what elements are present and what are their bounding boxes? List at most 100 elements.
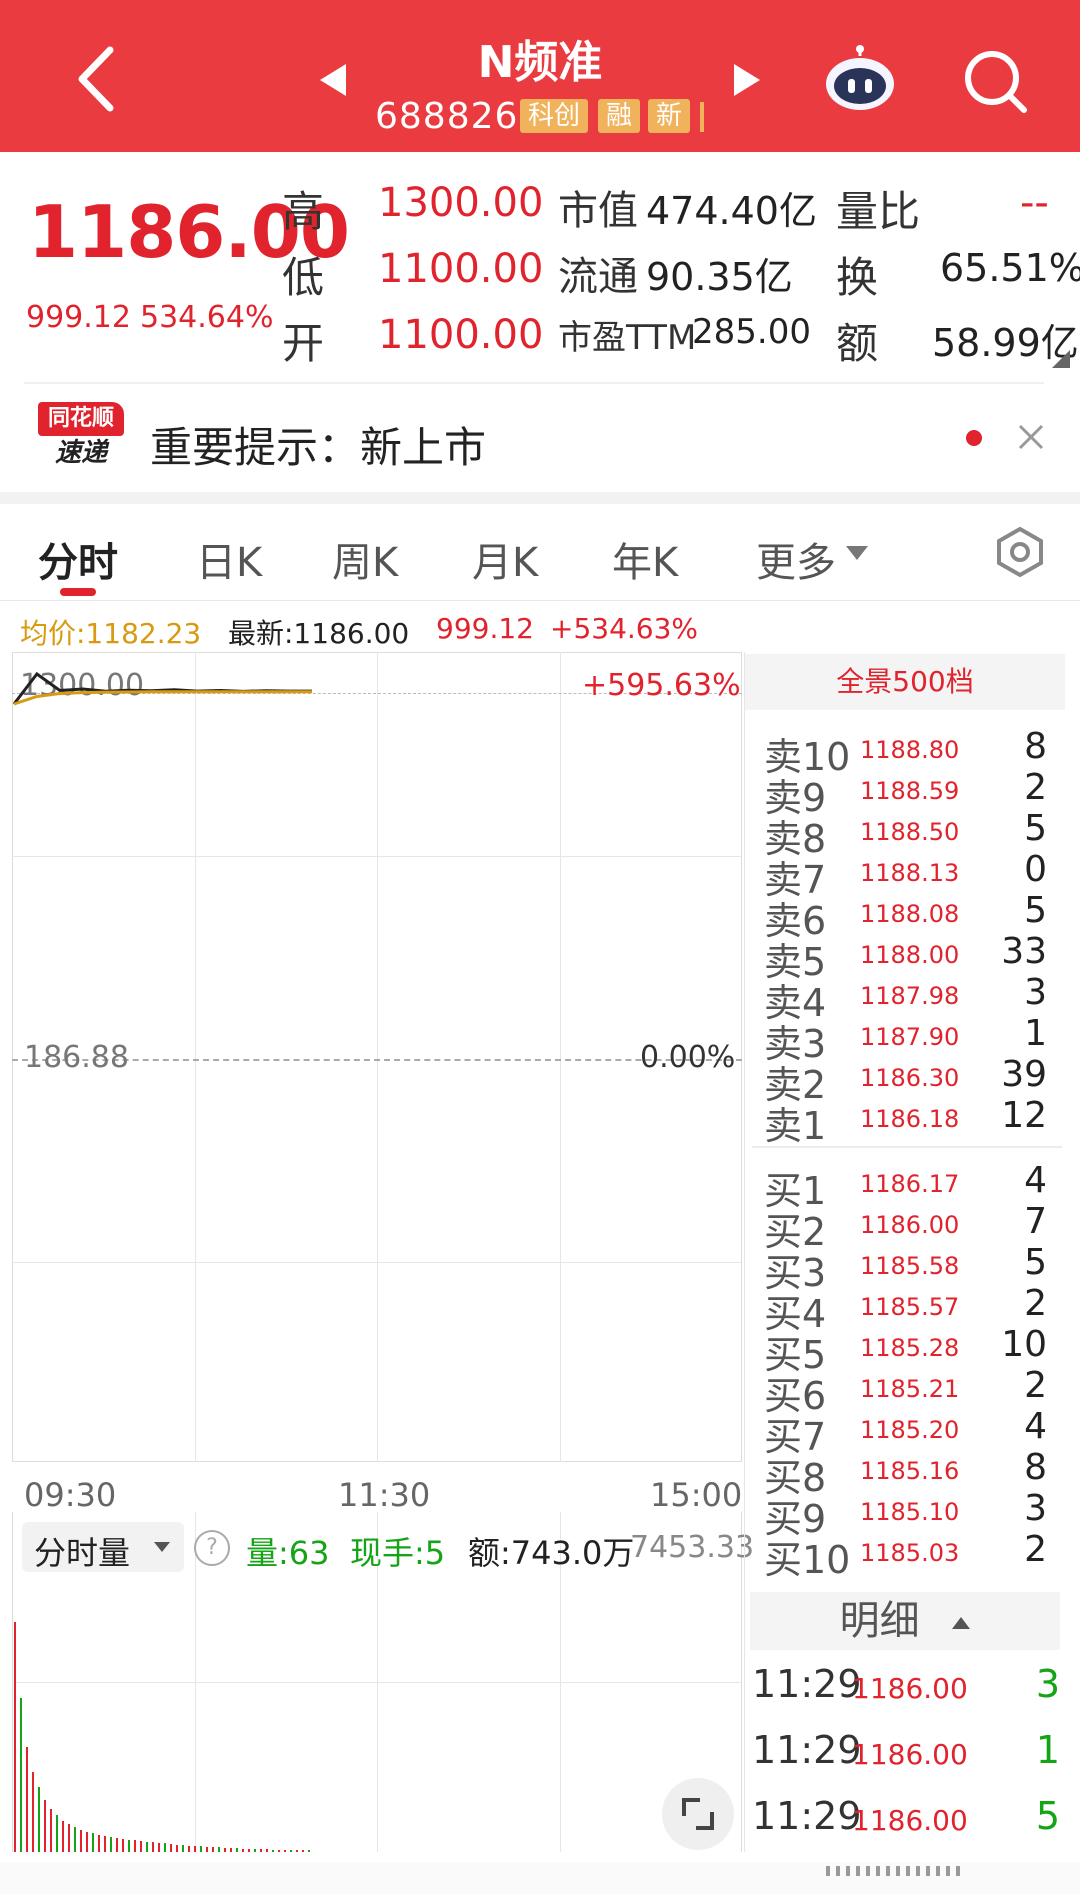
volume-bar — [32, 1771, 34, 1852]
bid-volume: 4 — [1024, 1160, 1047, 1201]
bid-price: 1185.20 — [860, 1416, 960, 1444]
bid-volume: 2 — [1024, 1283, 1047, 1324]
ask-price: 1188.50 — [860, 818, 960, 846]
volume-bar — [260, 1849, 262, 1852]
float-label: 流通 — [558, 254, 638, 300]
ask-volume: 0 — [1024, 849, 1047, 890]
notice-close-button[interactable] — [1016, 422, 1046, 456]
trade-price: 1186.00 — [852, 1738, 968, 1771]
bid-row[interactable]: 买1 1186.17 4 — [760, 1160, 1055, 1213]
grid-vline — [195, 652, 196, 1462]
bid-row[interactable]: 买9 1185.10 3 — [760, 1488, 1055, 1541]
ask-row[interactable]: 卖6 1188.08 5 — [760, 890, 1055, 943]
bid-volume: 2 — [1024, 1529, 1047, 1570]
turnover-label: 换 — [836, 253, 879, 302]
ask-row[interactable]: 卖9 1188.59 2 — [760, 767, 1055, 820]
volume-bar — [158, 1842, 160, 1852]
volume-bar — [122, 1839, 124, 1852]
notice-logo-top: 同花顺 — [38, 402, 124, 436]
tab-weekly-k[interactable]: 周K — [332, 530, 398, 588]
chart-settings-button[interactable] — [994, 526, 1046, 582]
assistant-robot-button[interactable] — [822, 42, 898, 116]
help-button[interactable]: ? — [194, 1530, 230, 1566]
trade-time: 11:29 — [752, 1794, 862, 1838]
ask-price: 1186.30 — [860, 1064, 960, 1092]
volume-bar — [308, 1850, 310, 1852]
volume-bar — [50, 1808, 52, 1852]
volume-bars — [14, 1620, 394, 1852]
ask-row[interactable]: 卖4 1187.98 3 — [760, 972, 1055, 1025]
trade-volume: 3 — [1035, 1662, 1060, 1706]
depth-500-button[interactable]: 全景500档 — [745, 654, 1065, 710]
tab-daily-k[interactable]: 日K — [196, 530, 262, 588]
ask-row[interactable]: 卖5 1188.00 33 — [760, 931, 1055, 984]
avg-price: 均价:1182.23 — [20, 617, 202, 650]
volume-bar — [170, 1843, 172, 1852]
bid-row[interactable]: 买5 1185.28 10 — [760, 1324, 1055, 1377]
bid-row[interactable]: 买6 1185.21 2 — [760, 1365, 1055, 1418]
ask-volume: 5 — [1024, 890, 1047, 931]
grid-hline — [12, 1262, 742, 1263]
tag-new: 新 — [648, 99, 691, 133]
bid-volume: 5 — [1024, 1242, 1047, 1283]
bid-row[interactable]: 买3 1185.58 5 — [760, 1242, 1055, 1295]
volume-bar — [74, 1827, 76, 1852]
pe-label: 市盈TTM — [558, 318, 697, 358]
next-stock-button[interactable] — [732, 62, 762, 102]
bid-row[interactable]: 买2 1186.00 7 — [760, 1201, 1055, 1254]
search-icon — [965, 51, 1027, 113]
fullscreen-button[interactable] — [662, 1778, 734, 1850]
tab-monthly-k[interactable]: 月K — [472, 530, 538, 588]
tab-yearly-k[interactable]: 年K — [612, 530, 678, 588]
tab-intraday[interactable]: 分时 — [38, 530, 118, 588]
tab-divider — [0, 600, 1080, 601]
volume-bar — [242, 1848, 244, 1852]
bid-row[interactable]: 买10 1185.03 2 — [760, 1529, 1055, 1582]
bid-row[interactable]: 买8 1185.16 8 — [760, 1447, 1055, 1500]
volume-bar — [146, 1841, 148, 1852]
volume-bar — [134, 1840, 136, 1852]
stock-code: 688826 — [375, 96, 519, 137]
hexagon-settings-icon — [997, 526, 1043, 578]
volume-bar — [62, 1821, 64, 1852]
volume-bar — [110, 1837, 112, 1852]
trade-detail-toggle[interactable]: 明细 — [750, 1592, 1060, 1650]
volume-bar — [104, 1835, 106, 1852]
close-icon — [1018, 424, 1044, 450]
pct-mid-label: 0.00% — [640, 1040, 736, 1075]
notice-unread-dot — [966, 430, 982, 446]
trade-volume: 5 — [1035, 1794, 1060, 1838]
volume-bar — [98, 1834, 100, 1852]
volume-bar — [164, 1843, 166, 1852]
bid-volume: 2 — [1024, 1365, 1047, 1406]
bid-row[interactable]: 买4 1185.57 2 — [760, 1283, 1055, 1336]
ask-bid-divider — [752, 1146, 1062, 1148]
expand-corner-icon[interactable] — [1052, 350, 1070, 368]
tab-more[interactable]: 更多 — [756, 530, 836, 588]
bid-price: 1185.10 — [860, 1498, 960, 1526]
trade-row: 11:29 1186.00 1 — [752, 1728, 1060, 1778]
ask-row[interactable]: 卖10 1188.80 8 — [760, 726, 1055, 779]
ask-row[interactable]: 卖7 1188.13 0 — [760, 849, 1055, 902]
ask-row[interactable]: 卖8 1188.50 5 — [760, 808, 1055, 861]
volume-bar — [26, 1747, 28, 1852]
volume-bar — [200, 1846, 202, 1852]
x-tick-open: 09:30 — [24, 1476, 117, 1514]
volume-bar — [140, 1840, 142, 1852]
bid-row[interactable]: 买7 1185.20 4 — [760, 1406, 1055, 1459]
notice-text[interactable]: 重要提示：新上市 — [150, 414, 486, 475]
ask-price: 1186.18 — [860, 1105, 960, 1133]
volume-bar — [56, 1814, 58, 1852]
search-button[interactable] — [962, 48, 1028, 118]
ask-row[interactable]: 卖3 1187.90 1 — [760, 1013, 1055, 1066]
volume-bar — [266, 1849, 268, 1852]
ask-row[interactable]: 卖1 1186.18 12 — [760, 1095, 1055, 1148]
trade-time: 11:29 — [752, 1728, 862, 1772]
ask-price: 1187.90 — [860, 1023, 960, 1051]
volume-bar — [254, 1849, 256, 1852]
triangle-right-icon — [734, 64, 760, 96]
volume-bar — [284, 1849, 286, 1852]
ask-row[interactable]: 卖2 1186.30 39 — [760, 1054, 1055, 1107]
notice-logo-bottom: 速递 — [54, 438, 107, 468]
pe-value: 285.00 — [692, 312, 811, 352]
